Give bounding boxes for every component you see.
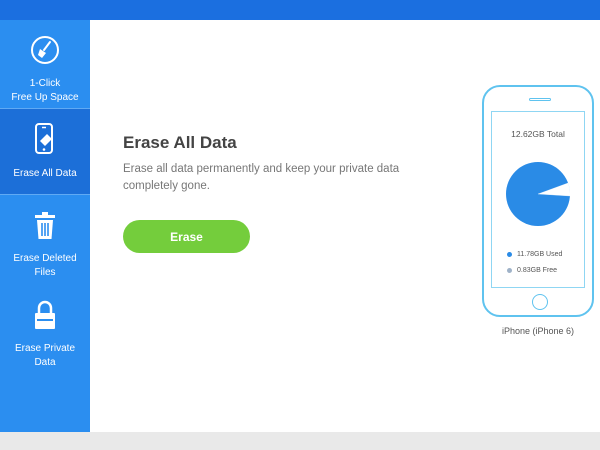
- title-bar: [0, 0, 600, 20]
- device-name: iPhone (iPhone 6): [501, 326, 575, 336]
- device-illustration: 12.62GB Total 11.78GB Used 0.83GB Free: [482, 85, 594, 317]
- sidebar-item-label: Erase Private Data: [14, 343, 76, 368]
- sidebar-item-label: Erase All Data: [13, 168, 77, 179]
- page-title: Erase All Data: [123, 133, 237, 152]
- sidebar-item-label: 1-Click Free Up Space: [11, 78, 79, 103]
- sidebar-item-erase-deleted-files[interactable]: Erase Deleted Files: [0, 194, 90, 280]
- bottom-strip: [0, 432, 600, 450]
- legend-dot-used: [507, 252, 512, 257]
- device-screen: 12.62GB Total 11.78GB Used 0.83GB Free: [491, 111, 585, 288]
- sidebar: 1-Click Free Up Space Erase All Data Era…: [0, 20, 90, 432]
- sidebar-item-free-up-space[interactable]: 1-Click Free Up Space: [0, 35, 90, 109]
- broom-icon: [30, 35, 60, 70]
- storage-total: 12.62GB Total: [511, 129, 565, 139]
- home-button: [532, 294, 548, 310]
- legend-dot-free: [507, 268, 512, 273]
- lock-icon: [33, 300, 57, 335]
- app-window: 1-Click Free Up Space Erase All Data Era…: [0, 0, 600, 432]
- page-description: Erase all data permanently and keep your…: [123, 163, 400, 192]
- legend-used-label: 11.78GB Used: [517, 251, 563, 258]
- sidebar-item-erase-private-data[interactable]: Erase Private Data: [0, 282, 90, 372]
- sidebar-item-label: Erase Deleted Files: [13, 253, 77, 278]
- storage-pie-chart: [506, 162, 570, 226]
- erase-button[interactable]: Erase: [123, 220, 250, 253]
- legend-free: 0.83GB Free: [507, 267, 557, 274]
- speaker-grille: [529, 98, 551, 101]
- main-panel: Erase All Data Erase all data permanentl…: [90, 20, 600, 432]
- phone-erase-icon: [33, 123, 57, 160]
- sidebar-item-erase-all-data[interactable]: Erase All Data: [0, 109, 90, 194]
- legend-used: 11.78GB Used: [507, 251, 562, 258]
- trash-icon: [33, 212, 57, 245]
- legend-free-label: 0.83GB Free: [517, 267, 558, 274]
